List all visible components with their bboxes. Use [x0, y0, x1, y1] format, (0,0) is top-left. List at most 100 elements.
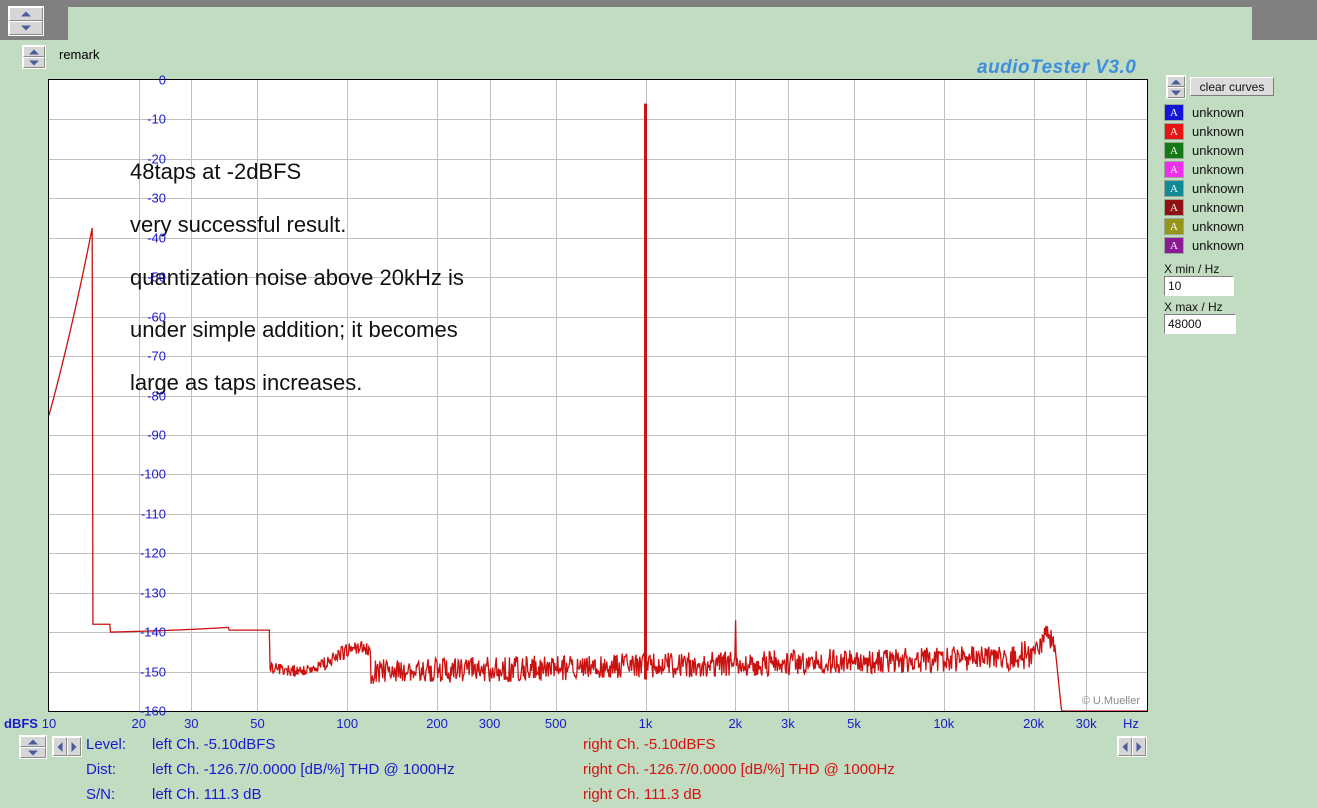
- x-axis-scroll-arrows[interactable]: [1117, 736, 1147, 757]
- curve-list-up-button[interactable]: [1167, 76, 1185, 87]
- x-min-input[interactable]: 10: [1164, 276, 1234, 296]
- status-right-channel-value: right Ch. -126.7/0.0000 [dB/%] THD @ 100…: [583, 761, 895, 778]
- curve-list-item[interactable]: Aunknown: [1164, 141, 1244, 160]
- y-axis-tick-label: -60: [147, 309, 166, 325]
- y-axis-tick-label: -130: [139, 585, 166, 601]
- curve-list-item[interactable]: Aunknown: [1164, 179, 1244, 198]
- x-max-input[interactable]: 48000: [1164, 314, 1236, 334]
- curve-list-down-button[interactable]: [1167, 87, 1185, 98]
- top-scroll-down-button[interactable]: [9, 21, 43, 35]
- x-axis-unit: Hz: [1123, 716, 1139, 731]
- y-axis-tick-label: -140: [139, 624, 166, 640]
- curve-color-swatch[interactable]: A: [1164, 123, 1184, 140]
- curve-name-label: unknown: [1192, 143, 1245, 158]
- status-left-channel-value: left Ch. 111.3 dB: [152, 786, 262, 803]
- curve-name-label: unknown: [1192, 238, 1245, 253]
- x-max-label: X max / Hz: [1164, 300, 1223, 314]
- curve-list-item[interactable]: Aunknown: [1164, 236, 1244, 255]
- x-axis-tick-label: 1k: [638, 716, 653, 731]
- window-top-bar: [0, 0, 1317, 40]
- plot-annotation-line: under simple addition; it becomes: [130, 317, 458, 343]
- curve-color-swatch[interactable]: A: [1164, 180, 1184, 197]
- curve-color-swatch[interactable]: A: [1164, 199, 1184, 216]
- x-axis-tick-label: 20k: [1023, 716, 1045, 731]
- x-axis-tick-label: 2k: [728, 716, 743, 731]
- curve-list-item[interactable]: Aunknown: [1164, 122, 1244, 141]
- y-axis-tick-label: -150: [139, 664, 166, 680]
- app-brand-title: audioTester V3.0: [977, 57, 1137, 78]
- x-axis-tick-label: 300: [478, 716, 501, 731]
- y-axis-unit: dBFS: [4, 716, 38, 731]
- top-scroll-up-button[interactable]: [9, 7, 43, 21]
- audiotester-window: remark audioTester V3.0 48taps at -2dBFS…: [0, 0, 1317, 808]
- status-left-channel-value: left Ch. -126.7/0.0000 [dB/%] THD @ 1000…: [152, 761, 455, 778]
- status-row-key: S/N:: [86, 786, 116, 803]
- curve-color-swatch[interactable]: A: [1164, 161, 1184, 178]
- watermark: © U.Mueller: [1081, 695, 1140, 707]
- y-axis-tick-label: -110: [140, 506, 166, 522]
- plot-canvas[interactable]: 48taps at -2dBFS very successful result. q…: [48, 79, 1148, 712]
- remark-spinner[interactable]: [22, 45, 46, 69]
- x-axis-tick-label: 30k: [1075, 716, 1097, 731]
- y-axis-tick-label: -40: [147, 230, 166, 246]
- remark-up-button[interactable]: [23, 46, 45, 57]
- status-left-channel-value: left Ch. -5.10dBFS: [152, 736, 276, 753]
- x-axis-tick-label: 100: [336, 716, 359, 731]
- status-down-button[interactable]: [20, 747, 46, 758]
- curve-list-item[interactable]: Aunknown: [1164, 160, 1244, 179]
- y-axis-tick-label: -20: [147, 151, 166, 167]
- status-up-button[interactable]: [20, 736, 46, 747]
- status-row-key: Level:: [86, 736, 127, 753]
- y-axis-tick-label: -100: [139, 466, 166, 482]
- curve-name-label: unknown: [1192, 200, 1245, 215]
- curve-name-label: unknown: [1192, 124, 1245, 139]
- remark-down-button[interactable]: [23, 57, 45, 68]
- x-axis-scroll-right-button[interactable]: [1132, 737, 1146, 756]
- x-axis-scroll-left-button[interactable]: [1118, 737, 1132, 756]
- curve-name-label: unknown: [1192, 105, 1245, 120]
- curve-list-item[interactable]: Aunknown: [1164, 198, 1244, 217]
- curve-name-label: unknown: [1192, 181, 1245, 196]
- spectrum-plot[interactable]: 48taps at -2dBFS very successful result. q…: [48, 79, 1148, 712]
- status-right-channel-value: right Ch. 111.3 dB: [583, 786, 702, 803]
- x-axis-tick-label: 10k: [933, 716, 955, 731]
- top-scroll-spinner[interactable]: [8, 6, 44, 36]
- x-axis-tick-label: 3k: [780, 716, 795, 731]
- spectrum-trace: [49, 104, 1147, 711]
- curve-color-swatch[interactable]: A: [1164, 104, 1184, 121]
- status-right-channel-value: right Ch. -5.10dBFS: [583, 736, 716, 753]
- y-axis-tick-label: -70: [147, 348, 166, 364]
- y-axis-tick-label: -10: [147, 111, 166, 127]
- plot-annotation-line: quantization noise above 20kHz is: [130, 264, 464, 290]
- curve-color-swatch[interactable]: A: [1164, 237, 1184, 254]
- status-spinner[interactable]: [19, 735, 47, 759]
- x-min-label: X min / Hz: [1164, 262, 1220, 276]
- x-axis-tick-label: 20: [131, 716, 147, 731]
- x-axis-tick-label: 5k: [847, 716, 861, 731]
- curve-color-swatch[interactable]: A: [1164, 142, 1184, 159]
- y-axis-tick-label: -50: [147, 269, 166, 285]
- curve-list-item[interactable]: Aunknown: [1164, 217, 1244, 236]
- curve-name-label: unknown: [1192, 219, 1245, 234]
- remark-label: remark: [59, 47, 100, 62]
- status-row-key: Dist:: [86, 761, 116, 778]
- y-axis-tick-label: 0: [158, 72, 166, 88]
- y-axis-tick-label: -80: [147, 388, 166, 403]
- x-axis-tick-label: 500: [544, 716, 567, 731]
- clear-curves-button[interactable]: clear curves: [1190, 77, 1274, 96]
- x-axis-tick-label: 10: [41, 716, 57, 731]
- x-axis-tick-label: 50: [250, 716, 265, 731]
- curve-list-spinner[interactable]: [1166, 75, 1186, 99]
- curve-color-swatch[interactable]: A: [1164, 218, 1184, 235]
- y-axis-tick-label: -120: [139, 545, 166, 561]
- x-axis-tick-label: 30: [184, 716, 199, 731]
- top-toolbar-panel: [68, 7, 1252, 40]
- y-axis-tick-label: -90: [147, 427, 166, 443]
- x-axis-tick-label: 200: [426, 716, 448, 731]
- curve-list-item[interactable]: Aunknown: [1164, 103, 1244, 122]
- status-left-arrows[interactable]: [52, 736, 82, 757]
- status-next-button[interactable]: [67, 737, 81, 756]
- curve-name-label: unknown: [1192, 162, 1245, 177]
- status-prev-button[interactable]: [53, 737, 67, 756]
- y-axis-tick-label: -30: [147, 190, 166, 206]
